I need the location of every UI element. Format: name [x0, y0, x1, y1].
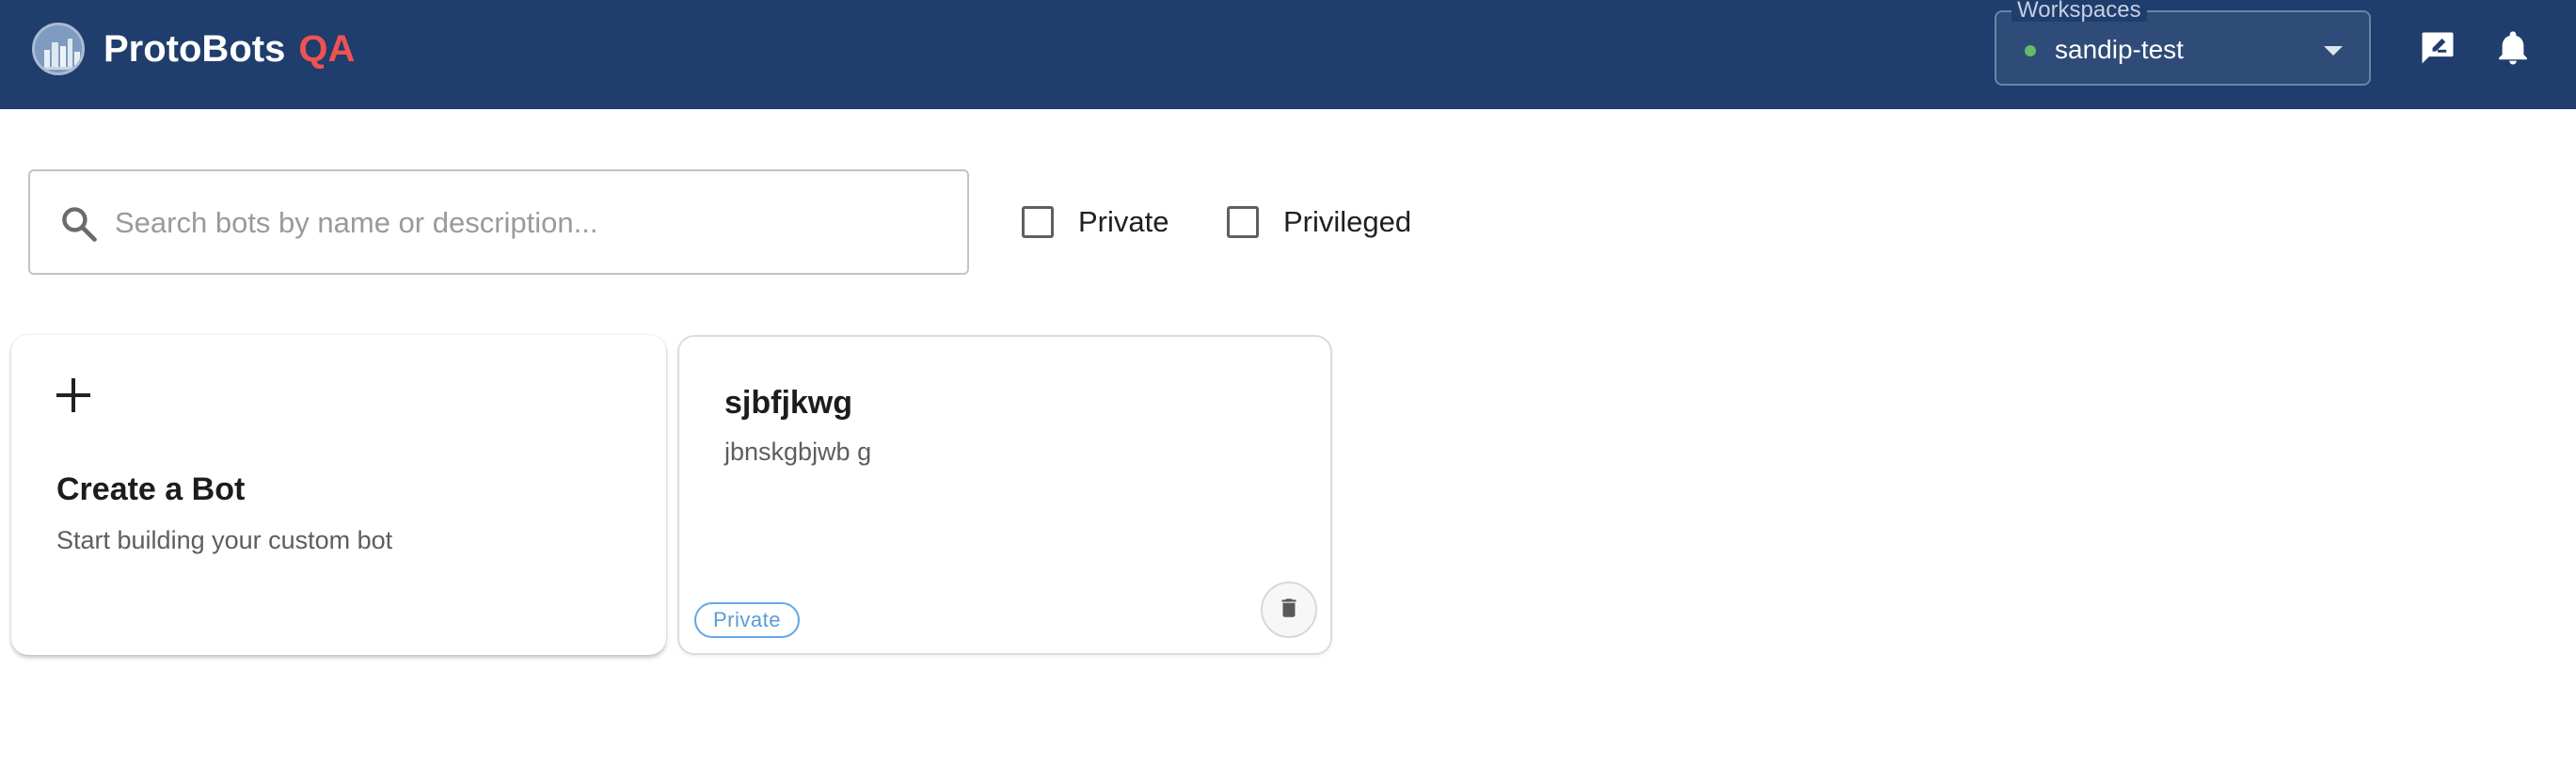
privileged-checkbox-box[interactable] — [1227, 206, 1259, 238]
create-bot-subtitle: Start building your custom bot — [56, 526, 393, 554]
workspace-status-dot — [2025, 45, 2036, 56]
search-icon — [58, 203, 100, 245]
environment-badge: QA — [298, 28, 356, 70]
create-bot-card[interactable]: Create a Bot Start building your custom … — [11, 335, 666, 655]
private-checkbox-box[interactable] — [1022, 206, 1054, 238]
bot-card[interactable]: sjbfjkwg jbnskgbjwb g Private — [677, 335, 1332, 655]
search-input[interactable] — [115, 198, 943, 248]
privileged-filter-checkbox[interactable]: Privileged — [1227, 205, 1411, 239]
notifications-bell-icon[interactable] — [2489, 24, 2536, 72]
private-badge: Private — [694, 602, 800, 638]
create-bot-title: Create a Bot — [56, 471, 246, 507]
app-header: ProtoBots QA Workspaces sandip-test — [0, 0, 2576, 109]
privileged-filter-label: Privileged — [1283, 205, 1412, 238]
app-name: ProtoBots — [103, 28, 286, 70]
trash-icon — [1277, 596, 1301, 625]
plus-icon — [53, 375, 94, 416]
bot-name: sjbfjkwg — [724, 385, 853, 421]
private-filter-label: Private — [1078, 205, 1169, 238]
search-field[interactable] — [28, 169, 969, 275]
workspace-select[interactable]: Workspaces sandip-test — [1995, 0, 2371, 86]
app-title[interactable]: ProtoBots QA — [103, 24, 355, 73]
bot-description: jbnskgbjwb g — [724, 438, 872, 466]
delete-bot-button[interactable] — [1261, 582, 1317, 638]
feedback-icon[interactable] — [2414, 24, 2461, 72]
workspace-selected-value: sandip-test — [2055, 35, 2184, 64]
chevron-down-icon — [2324, 46, 2343, 56]
city-skyline-logo-icon[interactable] — [32, 23, 85, 75]
workspace-select-label: Workspaces — [2012, 0, 2147, 22]
private-filter-checkbox[interactable]: Private — [1022, 205, 1169, 239]
